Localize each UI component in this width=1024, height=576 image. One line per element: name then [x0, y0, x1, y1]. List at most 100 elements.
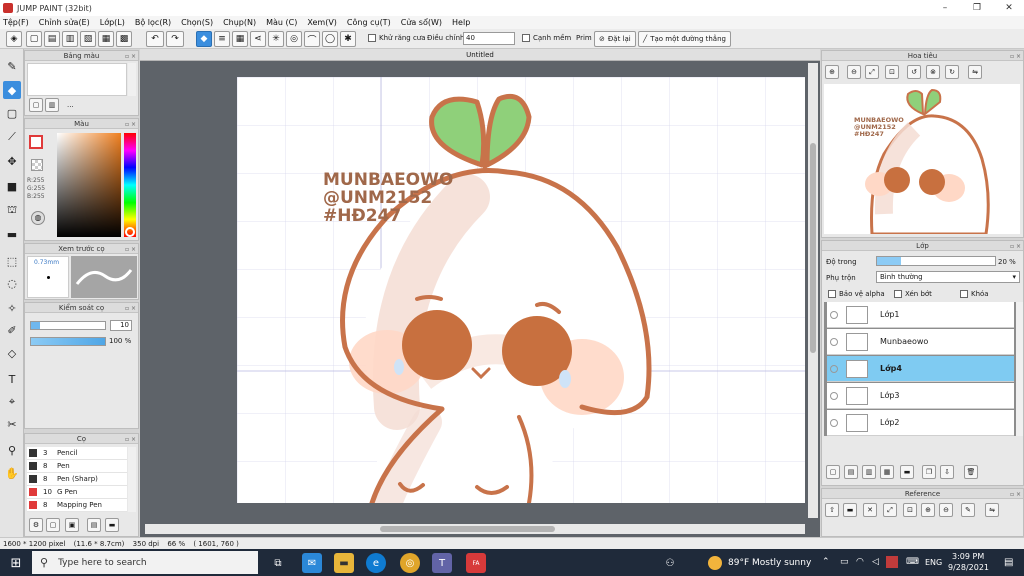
brush-copy-icon[interactable]: ▤ — [87, 518, 101, 532]
mail-icon[interactable]: ✉ — [302, 553, 322, 573]
rectangle-tool-icon[interactable]: ▢ — [3, 104, 21, 122]
grid-icon[interactable]: ▦ — [232, 31, 248, 47]
reference-actual-icon[interactable]: ⊡ — [903, 503, 917, 517]
menu-capture[interactable]: Chụp(N) — [223, 18, 256, 27]
language-indicator[interactable]: ENG — [925, 558, 942, 567]
magic-wand-tool-icon[interactable]: ✧ — [3, 299, 21, 317]
saturation-value-picker[interactable] — [57, 133, 121, 237]
menu-help[interactable]: Help — [452, 18, 470, 27]
flip-icon[interactable]: ⇋ — [968, 65, 982, 79]
menu-color[interactable]: Màu (C) — [266, 18, 297, 27]
people-icon[interactable]: ⚇ — [660, 553, 680, 573]
menu-view[interactable]: Xem(V) — [307, 18, 337, 27]
menu-select[interactable]: Chọn(S) — [181, 18, 213, 27]
vertical-scrollbar[interactable] — [808, 63, 818, 518]
fill-rect-tool-icon[interactable]: ■ — [3, 177, 21, 195]
clipping-checkbox[interactable] — [894, 290, 902, 298]
brush-size-input[interactable]: 10 — [110, 320, 132, 331]
eraser-toggle-icon[interactable]: ◈ — [6, 31, 22, 47]
teams-icon[interactable]: T — [432, 553, 452, 573]
antialias-checkbox[interactable] — [368, 34, 376, 42]
layer-row-lop3[interactable]: Lớp3 — [827, 383, 1014, 409]
radial-icon[interactable]: ✳ — [268, 31, 284, 47]
firealpaca-app-icon[interactable]: FA — [466, 553, 486, 573]
new-halftone-layer-icon[interactable]: ▥ — [862, 465, 876, 479]
clock-date[interactable]: 9/28/2021 — [948, 563, 989, 572]
menu-file[interactable]: Tệp(F) — [3, 18, 29, 27]
open-file-icon[interactable]: ▤ — [44, 31, 60, 47]
chrome-browser-icon[interactable]: ◎ — [400, 553, 420, 573]
menu-layer[interactable]: Lớp(L) — [100, 18, 125, 27]
brush-item-mapping-pen[interactable]: 8 Mapping Pen — [27, 499, 127, 512]
menu-window[interactable]: Cửa sổ(W) — [401, 18, 442, 27]
text-tool-icon[interactable]: T — [3, 370, 21, 388]
reference-zoom-out-icon[interactable]: ⊖ — [939, 503, 953, 517]
move-tool-icon[interactable]: ✥ — [3, 152, 21, 170]
delete-palette-icon[interactable]: ▥ — [45, 98, 59, 112]
hue-slider[interactable] — [124, 133, 136, 237]
lasso-tool-icon[interactable]: ◌ — [3, 274, 21, 292]
create-line-button[interactable]: ╱ Tạo một đường thẳng — [638, 31, 731, 47]
line-tool-icon[interactable]: ⟋ — [3, 128, 21, 146]
tray-chevron-icon[interactable]: ⌃ — [822, 557, 830, 567]
brush-size-slider[interactable] — [30, 321, 106, 330]
concentric-icon[interactable]: ◎ — [286, 31, 302, 47]
zoom-out-icon[interactable]: ⊖ — [847, 65, 861, 79]
select-pen-tool-icon[interactable]: ✐ — [3, 321, 21, 339]
brush-item-pen[interactable]: 8 Pen — [27, 460, 127, 473]
close-button[interactable]: ✕ — [994, 0, 1024, 16]
reset-button[interactable]: ⊘ Đặt lại — [594, 31, 636, 47]
print-icon[interactable]: ▦ — [98, 31, 114, 47]
curve-ruler-icon[interactable]: ⌒ — [304, 31, 320, 47]
layer-row-lop2[interactable]: Lớp2 — [827, 410, 1014, 436]
settings-icon[interactable]: ▩ — [116, 31, 132, 47]
perspective-icon[interactable]: ⋖ — [250, 31, 266, 47]
reference-flip-icon[interactable]: ⇋ — [985, 503, 999, 517]
layer-row-lop1[interactable]: Lớp1 — [827, 302, 1014, 328]
wifi-icon[interactable]: ◠ — [856, 557, 864, 567]
symmetry-icon[interactable]: ✱ — [340, 31, 356, 47]
brush-settings-icon[interactable]: ⚙ — [29, 518, 43, 532]
reference-fit-icon[interactable]: ⤢ — [883, 503, 897, 517]
clock-time[interactable]: 3:09 PM — [952, 552, 984, 561]
opacity-slider[interactable] — [876, 256, 996, 266]
redo-icon[interactable]: ↷ — [166, 31, 184, 47]
app-tray-icon[interactable] — [886, 556, 898, 568]
menu-filter[interactable]: Bộ lọc(R) — [135, 18, 171, 27]
brush-tool-icon[interactable]: ✎ — [3, 57, 21, 75]
edge-browser-icon[interactable]: e — [366, 553, 386, 573]
visibility-icon[interactable] — [830, 310, 838, 319]
brush-list-scrollbar[interactable] — [128, 447, 136, 512]
task-view-icon[interactable]: ⧉ — [268, 553, 288, 573]
visibility-icon[interactable] — [830, 364, 838, 373]
rotate-reset-icon[interactable]: ⊗ — [926, 65, 940, 79]
network-icon[interactable]: ▭ — [840, 557, 849, 567]
brush-item-pencil[interactable]: 3 Pencil — [27, 447, 127, 460]
palette-swatch-area[interactable] — [27, 63, 127, 96]
reference-zoom-in-icon[interactable]: ⊕ — [921, 503, 935, 517]
palette-menu-dots[interactable]: ... — [67, 101, 74, 109]
marquee-tool-icon[interactable]: ⬚ — [3, 252, 21, 270]
new-layer-icon[interactable]: ▢ — [826, 465, 840, 479]
horizontal-scrollbar[interactable] — [145, 524, 805, 534]
brush-item-g-pen[interactable]: 10 G Pen — [27, 486, 127, 499]
horizontal-scroll-thumb[interactable] — [380, 526, 555, 532]
menu-tools[interactable]: Công cụ(T) — [347, 18, 391, 27]
brush-item-pen-sharp[interactable]: 8 Pen (Sharp) — [27, 473, 127, 486]
new-tone-layer-icon[interactable]: ▦ — [880, 465, 894, 479]
transparent-color-swatch[interactable] — [31, 159, 43, 171]
select-eraser-tool-icon[interactable]: ◇ — [3, 344, 21, 362]
maximize-button[interactable]: ❐ — [962, 0, 992, 16]
gradient-tool-icon[interactable]: ▬ — [3, 225, 21, 243]
blend-mode-select[interactable]: Bình thường ▾ — [876, 271, 1020, 283]
reference-folder-icon[interactable]: ▬ — [843, 503, 857, 517]
select-mode-icon[interactable]: ◆ — [196, 31, 212, 47]
file-explorer-icon[interactable]: ▬ — [334, 553, 354, 573]
rotate-right-icon[interactable]: ↻ — [945, 65, 959, 79]
color-wheel-icon[interactable]: ◍ — [31, 211, 45, 225]
hand-tool-icon[interactable]: ✋ — [3, 464, 21, 482]
visibility-icon[interactable] — [830, 418, 838, 427]
minimize-button[interactable]: – — [930, 0, 960, 16]
windows-start-icon[interactable]: ⊞ — [6, 553, 26, 573]
delete-layer-icon[interactable]: 🗑 — [964, 465, 978, 479]
